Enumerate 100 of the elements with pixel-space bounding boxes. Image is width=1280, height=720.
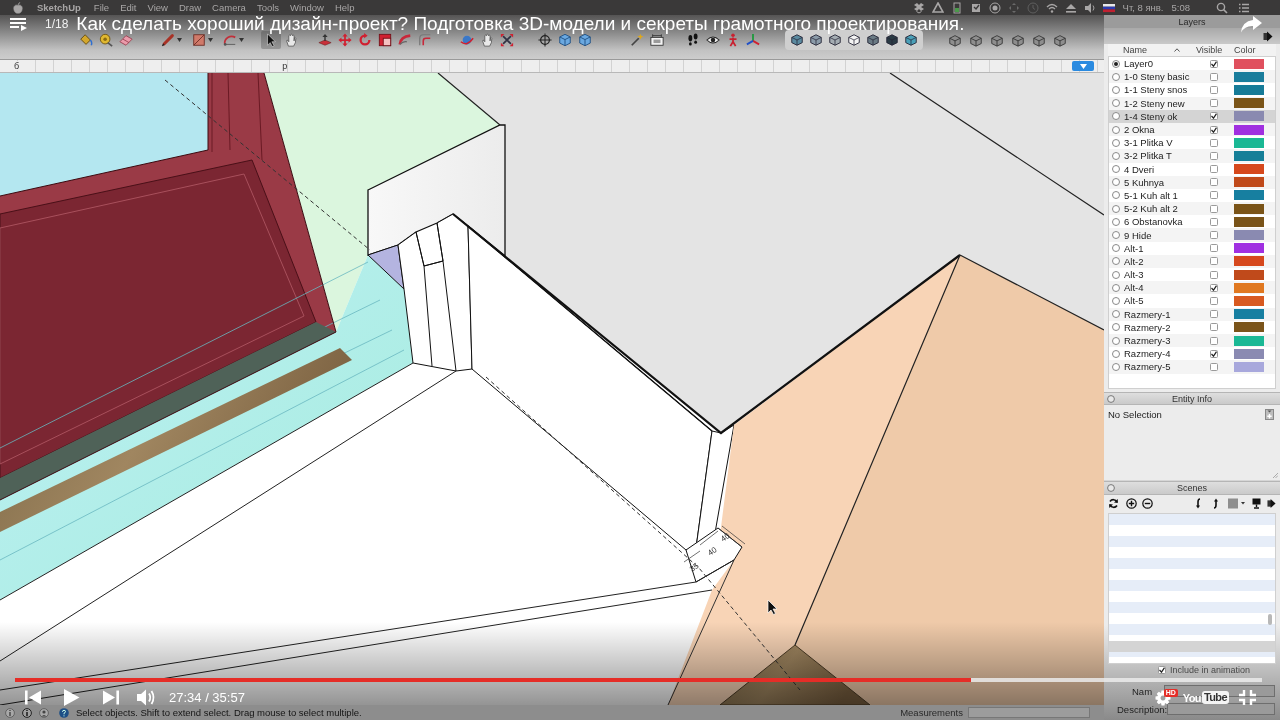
arrow-right-icon[interactable] — [1263, 30, 1273, 42]
visible-checkbox[interactable] — [1210, 283, 1218, 292]
radio-button[interactable] — [1112, 59, 1120, 68]
visible-checkbox[interactable] — [1210, 362, 1218, 371]
color-swatch-icon[interactable] — [1234, 164, 1264, 175]
radio-button[interactable] — [1112, 191, 1120, 200]
color-swatch-icon[interactable] — [1234, 124, 1264, 135]
menu-item[interactable]: Window — [290, 2, 324, 13]
color-swatch-icon[interactable] — [1234, 282, 1264, 293]
visible-checkbox[interactable] — [1210, 257, 1218, 266]
info-icon[interactable] — [22, 707, 32, 718]
color-swatch-icon[interactable] — [1234, 177, 1264, 188]
arrow-right-icon[interactable] — [1267, 498, 1276, 509]
color-swatch-icon[interactable] — [1234, 190, 1264, 201]
menu-item[interactable]: Edit — [120, 2, 137, 13]
layer-row[interactable]: 3-2 Plitka T — [1109, 149, 1275, 163]
resize-grip-icon[interactable] — [1272, 472, 1278, 478]
previous-icon[interactable] — [25, 690, 42, 705]
visible-checkbox[interactable] — [1210, 165, 1218, 174]
column-header[interactable]: Color — [1234, 45, 1256, 55]
note-icon[interactable] — [969, 1, 982, 14]
color-swatch-icon[interactable] — [1234, 309, 1264, 320]
column-header[interactable]: Visible — [1196, 45, 1226, 55]
layer-row[interactable]: Razmery-5 — [1109, 360, 1275, 374]
color-swatch-icon[interactable] — [1234, 322, 1264, 333]
record-icon[interactable] — [988, 1, 1001, 14]
menu-item[interactable]: Help — [334, 2, 355, 13]
visible-checkbox[interactable] — [1210, 349, 1218, 358]
date-text[interactable]: Чт, 8 янв. — [1122, 2, 1164, 13]
menu-item[interactable]: Camera — [212, 2, 246, 13]
add-icon[interactable] — [1126, 498, 1137, 509]
color-swatch-icon[interactable] — [1234, 230, 1264, 241]
visible-checkbox[interactable] — [1210, 244, 1218, 253]
wifi-icon[interactable] — [1045, 1, 1058, 14]
visible-checkbox[interactable] — [1210, 296, 1218, 305]
visible-checkbox[interactable] — [1210, 138, 1218, 147]
refresh-icon[interactable] — [1108, 498, 1119, 509]
visible-checkbox[interactable] — [1210, 85, 1218, 94]
visible-checkbox[interactable] — [1210, 336, 1218, 345]
visible-checkbox[interactable] — [1210, 125, 1218, 134]
menu-item[interactable]: File — [93, 2, 110, 13]
progress-track[interactable] — [15, 678, 1262, 682]
color-swatch-icon[interactable] — [1234, 243, 1264, 254]
expand-icon[interactable] — [1265, 408, 1274, 420]
visible-checkbox[interactable] — [1210, 231, 1218, 240]
radio-button[interactable] — [1112, 283, 1120, 292]
radio-button[interactable] — [1112, 244, 1120, 253]
measurements-field[interactable] — [968, 707, 1090, 718]
color-swatch-icon[interactable] — [1234, 203, 1264, 214]
radio-button[interactable] — [1112, 204, 1120, 213]
layer-row[interactable]: 5-2 Kuh alt 2 — [1109, 202, 1275, 216]
color-swatch-icon[interactable] — [1234, 71, 1264, 82]
color-swatch-icon[interactable] — [1234, 361, 1264, 372]
color-swatch-icon[interactable] — [1234, 84, 1264, 95]
color-swatch-icon[interactable] — [1234, 150, 1264, 161]
layer-row[interactable]: 9 Hide — [1109, 228, 1275, 242]
radio-button[interactable] — [1112, 178, 1120, 187]
radio-button[interactable] — [1112, 349, 1120, 358]
search-icon[interactable] — [1216, 1, 1228, 14]
battery-icon[interactable] — [950, 1, 963, 14]
radio-button[interactable] — [1112, 217, 1120, 226]
flag-icon[interactable] — [1102, 1, 1115, 14]
color-swatch-icon[interactable] — [1234, 269, 1264, 280]
up-arrow-icon[interactable] — [1212, 498, 1218, 509]
color-swatch-icon[interactable] — [1234, 111, 1264, 122]
radio-button[interactable] — [1112, 99, 1120, 108]
circle-button-icon[interactable] — [1107, 484, 1115, 492]
radio-button[interactable] — [1112, 85, 1120, 94]
radio-button[interactable] — [1112, 323, 1120, 332]
scroll-thumb[interactable] — [1268, 614, 1272, 625]
visible-checkbox[interactable] — [1210, 204, 1218, 213]
person-icon[interactable] — [39, 707, 49, 718]
radio-button[interactable] — [1112, 165, 1120, 174]
radio-button[interactable] — [1112, 270, 1120, 279]
radio-button[interactable] — [1112, 138, 1120, 147]
apple-icon[interactable] — [13, 1, 23, 14]
visible-checkbox[interactable] — [1210, 310, 1218, 319]
color-swatch-icon[interactable] — [1234, 216, 1264, 227]
visible-checkbox[interactable] — [1210, 270, 1218, 279]
color-swatch-icon[interactable] — [1234, 58, 1264, 69]
video-title[interactable]: Как сделать хороший дизайн-проект? Подготовка 3D-модели и секреты грамотного проектирования. — [76, 13, 965, 35]
volume-icon[interactable] — [137, 689, 157, 706]
dropdown-button[interactable] — [1072, 61, 1094, 71]
visible-checkbox[interactable] — [1210, 217, 1218, 226]
visible-checkbox[interactable] — [1210, 323, 1218, 332]
remove-icon[interactable] — [1142, 498, 1153, 509]
help-icon[interactable] — [59, 707, 69, 718]
down-arrow-icon[interactable] — [1196, 498, 1202, 509]
triangle-icon[interactable] — [931, 1, 944, 14]
description-field[interactable] — [1167, 703, 1275, 715]
exit-fullscreen-icon[interactable] — [1239, 690, 1256, 705]
radio-button[interactable] — [1112, 231, 1120, 240]
menu-item[interactable]: Draw — [178, 2, 202, 13]
visible-checkbox[interactable] — [1210, 178, 1218, 187]
visible-checkbox[interactable] — [1210, 112, 1218, 121]
column-header[interactable]: Name — [1123, 45, 1174, 55]
menu-item[interactable]: Tools — [256, 2, 280, 13]
radio-button[interactable] — [1112, 112, 1120, 121]
visible-checkbox[interactable] — [1210, 72, 1218, 81]
circle-button-icon[interactable] — [1107, 394, 1115, 403]
